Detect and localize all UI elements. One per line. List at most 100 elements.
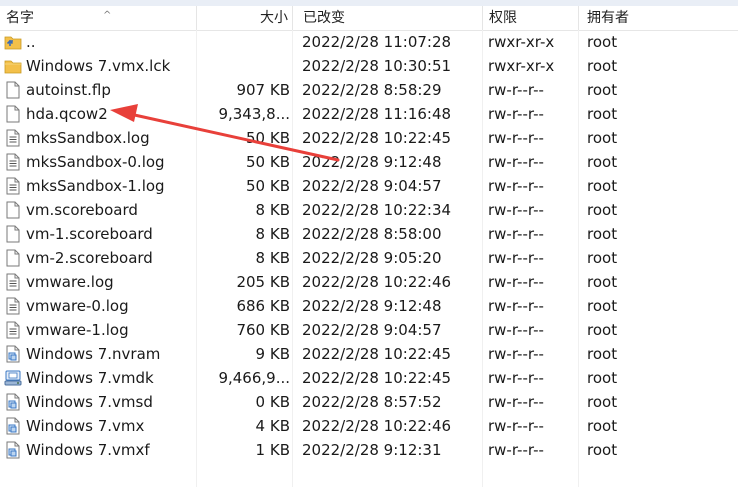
file-owner: root (587, 81, 618, 99)
file-modified-date: 2022/2/28 11:16:48 (302, 105, 452, 123)
text-file-icon (4, 153, 22, 171)
file-permissions: rw-r--r-- (488, 417, 544, 435)
vmware-file-icon (4, 393, 22, 411)
file-row[interactable]: Windows 7.vmsd 0 KB 2022/2/28 8:57:52 rw-r-… (0, 390, 738, 414)
file-size: 1 KB (255, 441, 290, 459)
file-size (205, 30, 290, 54)
file-size: 9,343,8... (218, 105, 290, 123)
file-modified-date: 2022/2/28 11:07:28 (302, 33, 452, 51)
file-row[interactable]: vmware.log 205 KB 2022/2/28 10:22:46 rw-r--… (0, 270, 738, 294)
file-permissions: rw-r--r-- (488, 249, 544, 267)
virtual-disk-icon (4, 369, 22, 387)
file-owner: root (587, 441, 618, 459)
file-row[interactable]: Windows 7.vmx.lck 2022/2/28 10:30:51 rwxr-… (0, 54, 738, 78)
column-header-name-label: 名字 (6, 10, 34, 26)
file-row[interactable]: mksSandbox-1.log 50 KB 2022/2/28 9:04:57 rw… (0, 174, 738, 198)
file-size: 8 KB (255, 249, 290, 267)
column-header-size[interactable]: 大小 (196, 6, 292, 30)
file-owner: root (587, 417, 618, 435)
file-owner: root (587, 345, 618, 363)
file-row[interactable]: .. 2022/2/28 11:07:28 rwxr-xr-x root (0, 30, 738, 54)
file-size: 4 KB (255, 417, 290, 435)
file-modified-date: 2022/2/28 8:58:29 (302, 81, 442, 99)
file-row[interactable]: hda.qcow2 9,343,8... 2022/2/28 11:16:48 rw-… (0, 102, 738, 126)
file-owner: root (587, 321, 618, 339)
file-row[interactable]: mksSandbox-0.log 50 KB 2022/2/28 9:12:48 rw… (0, 150, 738, 174)
file-owner: root (587, 129, 618, 147)
file-modified-date: 2022/2/28 10:22:45 (302, 129, 452, 147)
file-size: 686 KB (236, 297, 290, 315)
file-owner: root (587, 177, 618, 195)
file-permissions: rw-r--r-- (488, 201, 544, 219)
folder-icon (4, 57, 22, 75)
file-size: 50 KB (246, 153, 290, 171)
file-row[interactable]: Windows 7.vmxf 1 KB 2022/2/28 9:12:31 rw-r-… (0, 438, 738, 462)
file-permissions: rw-r--r-- (488, 153, 544, 171)
file-modified-date: 2022/2/28 9:05:20 (302, 249, 442, 267)
file-owner: root (587, 369, 618, 387)
sort-ascending-icon: ^ (103, 10, 112, 21)
file-owner: root (587, 153, 618, 171)
file-size: 50 KB (246, 177, 290, 195)
file-size (205, 54, 290, 78)
file-row[interactable]: vmware-1.log 760 KB 2022/2/28 9:04:57 rw-r-… (0, 318, 738, 342)
file-permissions: rw-r--r-- (488, 177, 544, 195)
file-permissions: rw-r--r-- (488, 129, 544, 147)
file-permissions: rw-r--r-- (488, 105, 544, 123)
text-file-icon (4, 177, 22, 195)
file-modified-date: 2022/2/28 10:22:34 (302, 201, 452, 219)
file-owner: root (587, 225, 618, 243)
file-modified-date: 2022/2/28 10:22:45 (302, 345, 452, 363)
column-header-size-label: 大小 (260, 10, 288, 26)
file-permissions: rw-r--r-- (488, 345, 544, 363)
file-owner: root (587, 33, 618, 51)
column-header-permissions[interactable]: 权限 (482, 6, 578, 30)
vmware-file-icon (4, 441, 22, 459)
file-size: 50 KB (246, 129, 290, 147)
file-modified-date: 2022/2/28 9:04:57 (302, 321, 442, 339)
file-permissions: rwxr-xr-x (488, 57, 555, 75)
file-size: 907 KB (236, 81, 290, 99)
text-file-icon (4, 273, 22, 291)
file-modified-date: 2022/2/28 9:12:31 (302, 441, 442, 459)
column-header-permissions-label: 权限 (489, 10, 517, 26)
column-header-owner[interactable]: 拥有者 (578, 6, 738, 30)
file-permissions: rw-r--r-- (488, 81, 544, 99)
file-modified-date: 2022/2/28 8:57:52 (302, 393, 442, 411)
file-size: 9,466,9... (218, 369, 290, 387)
column-header-modified-label: 已改变 (303, 10, 345, 26)
file-icon (4, 105, 22, 123)
file-modified-date: 2022/2/28 10:22:45 (302, 369, 452, 387)
vmware-file-icon (4, 345, 22, 363)
vmware-file-icon (4, 417, 22, 435)
file-permissions: rw-r--r-- (488, 225, 544, 243)
file-row[interactable]: mksSandbox.log 50 KB 2022/2/28 10:22:45 rw-… (0, 126, 738, 150)
file-row[interactable]: autoinst.flp 907 KB 2022/2/28 8:58:29 rw-r-… (0, 78, 738, 102)
file-size: 9 KB (255, 345, 290, 363)
file-owner: root (587, 105, 618, 123)
column-header-name[interactable]: 名字 ^ (6, 6, 196, 30)
file-permissions: rw-r--r-- (488, 297, 544, 315)
file-size: 760 KB (236, 321, 290, 339)
file-permissions: rw-r--r-- (488, 321, 544, 339)
file-row[interactable]: Windows 7.nvram 9 KB 2022/2/28 10:22:45 rw-… (0, 342, 738, 366)
text-file-icon (4, 297, 22, 315)
file-size: 0 KB (255, 393, 290, 411)
text-file-icon (4, 129, 22, 147)
text-file-icon (4, 321, 22, 339)
file-permissions: rw-r--r-- (488, 393, 544, 411)
file-row[interactable]: Windows 7.vmdk 9,466,9... 2022/2/28 10:22:… (0, 366, 738, 390)
file-permissions: rw-r--r-- (488, 273, 544, 291)
file-icon (4, 225, 22, 243)
column-header-modified[interactable]: 已改变 (292, 6, 482, 30)
file-row[interactable]: vm-1.scoreboard 8 KB 2022/2/28 8:58:00 rw-r… (0, 222, 738, 246)
file-row[interactable]: Windows 7.vmx 4 KB 2022/2/28 10:22:46 rw-r-… (0, 414, 738, 438)
file-modified-date: 2022/2/28 10:22:46 (302, 417, 452, 435)
file-modified-date: 2022/2/28 8:58:00 (302, 225, 442, 243)
file-owner: root (587, 297, 618, 315)
file-modified-date: 2022/2/28 9:12:48 (302, 153, 442, 171)
file-row[interactable]: vm-2.scoreboard 8 KB 2022/2/28 9:05:20 rw-r… (0, 246, 738, 270)
file-row[interactable]: vmware-0.log 686 KB 2022/2/28 9:12:48 rw-r-… (0, 294, 738, 318)
file-row[interactable]: vm.scoreboard 8 KB 2022/2/28 10:22:34 rw-r-… (0, 198, 738, 222)
file-icon (4, 81, 22, 99)
